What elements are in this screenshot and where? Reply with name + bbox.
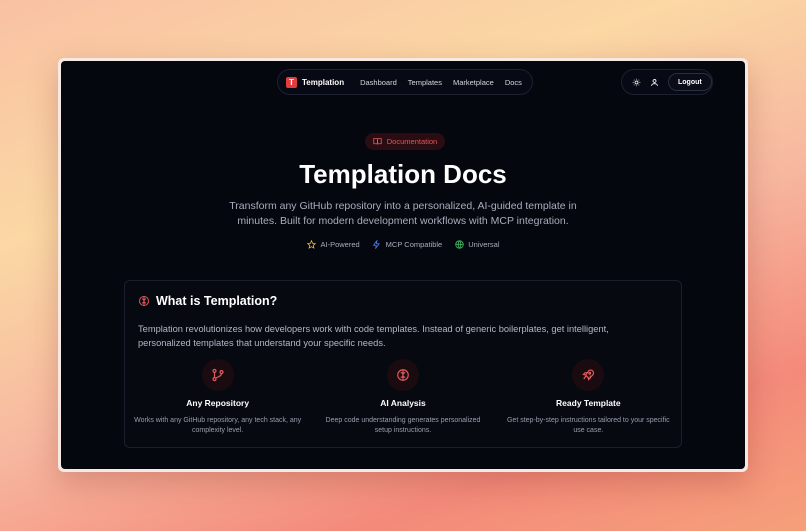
bolt-icon — [372, 239, 382, 249]
documentation-badge: Documentation — [365, 133, 445, 150]
nav-link-dashboard[interactable]: Dashboard — [360, 78, 397, 87]
feature-title: Ready Template — [556, 398, 621, 408]
globe-icon — [454, 239, 464, 249]
feature-title: AI Analysis — [380, 398, 426, 408]
tag-mcp-compatible: MCP Compatible — [372, 239, 443, 249]
rocket-icon — [572, 359, 605, 391]
app-screen: T Templation Dashboard Templates Marketp… — [61, 61, 745, 469]
star-icon — [306, 239, 316, 249]
git-branch-icon — [201, 359, 234, 391]
feature-list: Any Repository Works with any GitHub rep… — [125, 359, 681, 436]
main-nav: T Templation Dashboard Templates Marketp… — [277, 69, 533, 95]
feature-description: Deep code understanding generates person… — [325, 417, 481, 434]
card-header: What is Templation? — [138, 294, 277, 308]
feature-description: Works with any GitHub repository, any te… — [134, 417, 302, 434]
brain-icon — [386, 359, 419, 391]
brain-icon — [138, 295, 150, 307]
nav-link-docs[interactable]: Docs — [505, 78, 522, 87]
tag-label: Universal — [468, 239, 500, 249]
tag-label: MCP Compatible — [385, 239, 443, 249]
sun-icon[interactable] — [632, 77, 641, 87]
card-description: Templation revolutionizes how developers… — [138, 324, 609, 348]
feature-any-repository: Any Repository Works with any GitHub rep… — [125, 359, 310, 436]
tag-ai-powered: AI-Powered — [306, 239, 360, 249]
feature-ai-analysis: AI Analysis Deep code understanding gene… — [310, 359, 495, 436]
feature-ready-template: Ready Template Get step-by-step instruct… — [496, 359, 681, 436]
logo-mark: T — [286, 76, 297, 88]
page-title: Templation Docs — [299, 159, 507, 189]
logout-button[interactable]: Logout — [668, 73, 712, 91]
badge-label: Documentation — [386, 137, 438, 146]
feature-tags: AI-Powered MCP Compatible Universal — [61, 239, 745, 249]
user-icon[interactable] — [650, 77, 659, 87]
tag-label: AI-Powered — [320, 239, 360, 249]
feature-title: Any Repository — [186, 398, 250, 408]
browser-window: T Templation Dashboard Templates Marketp… — [58, 58, 748, 472]
page-subtitle: Transform any GitHub repository into a p… — [229, 200, 577, 227]
nav-link-marketplace[interactable]: Marketplace — [453, 78, 494, 87]
brand-logo[interactable]: T Templation — [286, 76, 345, 88]
nav-link-templates[interactable]: Templates — [408, 78, 442, 87]
user-controls: Logout — [621, 69, 713, 95]
brand-name: Templation — [302, 77, 345, 87]
card-title: What is Templation? — [156, 294, 278, 308]
feature-description: Get step-by-step instructions tailored t… — [506, 417, 670, 434]
what-is-card: What is Templation? Templation revolutio… — [124, 280, 682, 448]
book-icon — [373, 137, 383, 147]
tag-universal: Universal — [454, 239, 500, 249]
